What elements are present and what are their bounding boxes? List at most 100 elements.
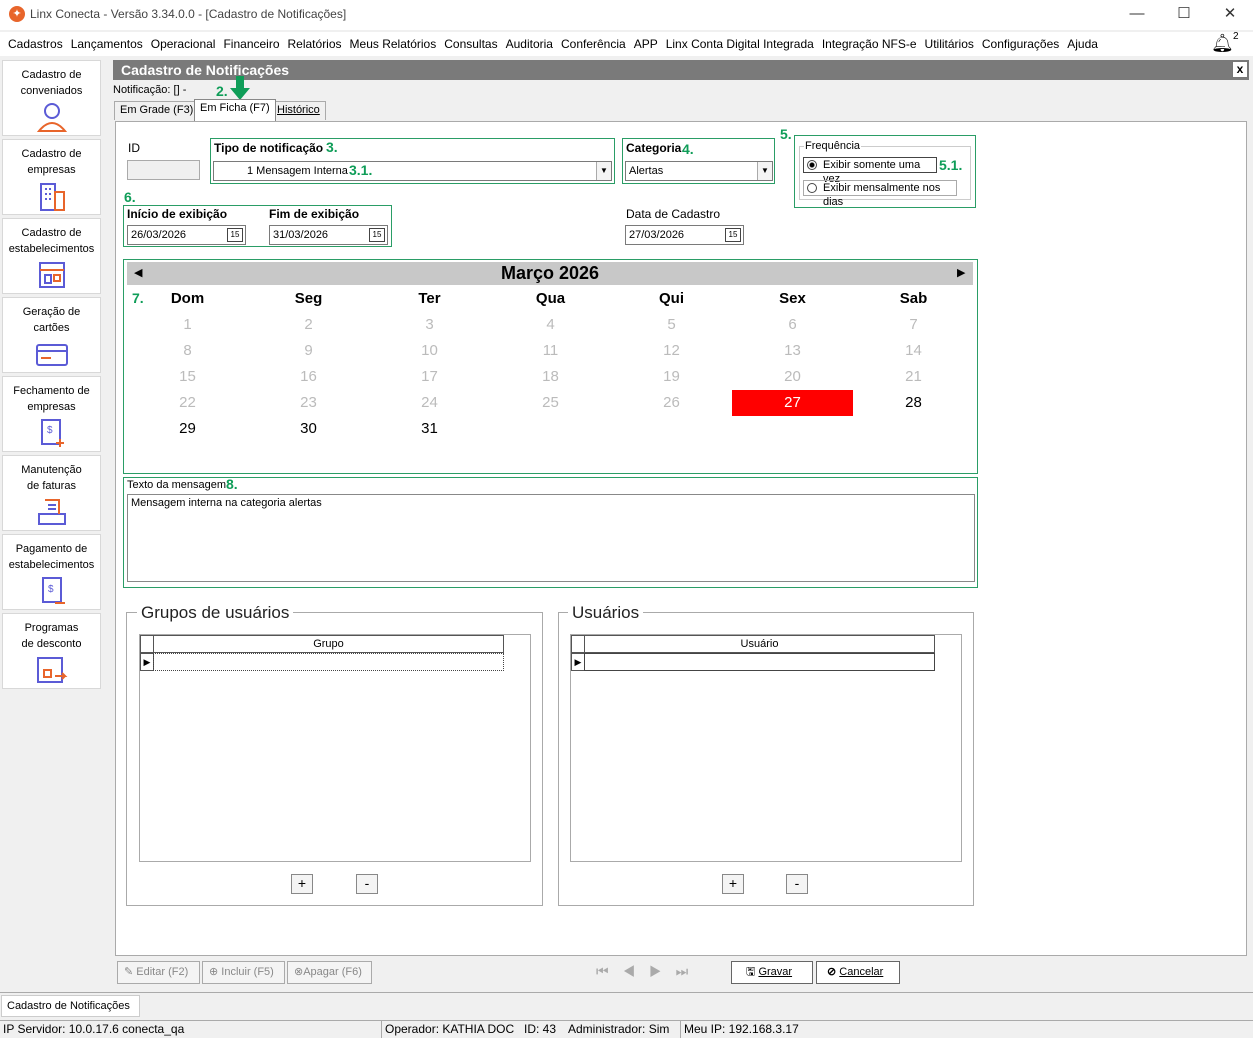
calendar-day[interactable]: 22 xyxy=(127,390,248,416)
maximize-icon[interactable]: ☐ xyxy=(1161,0,1207,30)
calendar-day[interactable]: 2 xyxy=(248,312,369,338)
calendar-day[interactable]: 23 xyxy=(248,390,369,416)
calendar-day[interactable]: 15 xyxy=(127,364,248,390)
menu-financeiro[interactable]: Financeiro xyxy=(219,32,283,56)
incluir-button[interactable]: ⊕ Incluir (F5) xyxy=(202,961,285,984)
calendar-day[interactable]: 7 xyxy=(853,312,974,338)
sidebar-item-cartoes[interactable]: Geração de cartões xyxy=(2,297,101,373)
usuario-row[interactable] xyxy=(584,653,935,671)
menu-auditoria[interactable]: Auditoria xyxy=(502,32,557,56)
close-icon[interactable]: ✕ xyxy=(1207,0,1253,30)
tab-historico[interactable]: Histórico xyxy=(271,101,326,120)
calendar-day[interactable]: 9 xyxy=(248,338,369,364)
menu-ajuda[interactable]: Ajuda xyxy=(1063,32,1102,56)
menu-consultas[interactable]: Consultas xyxy=(440,32,501,56)
calendar-day-selected[interactable]: 27 xyxy=(732,390,853,416)
sidebar-label: Pagamento de xyxy=(15,543,88,555)
calendar-day[interactable]: 3 xyxy=(369,312,490,338)
menu-app[interactable]: APP xyxy=(630,32,662,56)
calendar-day[interactable]: 21 xyxy=(853,364,974,390)
sidebar-item-conveniados[interactable]: Cadastro de conveniados xyxy=(2,60,101,136)
editar-button[interactable]: ✎ Editar (F2) xyxy=(117,961,200,984)
calendar-day[interactable]: 12 xyxy=(611,338,732,364)
calendar-day[interactable]: 17 xyxy=(369,364,490,390)
calendar-day[interactable]: 25 xyxy=(490,390,611,416)
tipo-select[interactable]: 1 Mensagem Interna ▼ xyxy=(213,161,612,181)
calendar-day[interactable]: 11 xyxy=(490,338,611,364)
next-month-icon[interactable]: ▶ xyxy=(957,266,965,279)
calendar-day[interactable]: 5 xyxy=(611,312,732,338)
usuario-column-header[interactable]: Usuário xyxy=(584,635,935,653)
chevron-down-icon[interactable]: ▼ xyxy=(757,162,772,180)
sidebar-item-estabelecimentos[interactable]: Cadastro de estabelecimentos xyxy=(2,218,101,294)
id-field[interactable] xyxy=(127,160,200,180)
menu-cadastros[interactable]: Cadastros xyxy=(4,32,67,56)
menu-configuracoes[interactable]: Configurações xyxy=(978,32,1063,56)
calendar-icon[interactable]: 15 xyxy=(369,228,385,242)
sidebar-item-fechamento[interactable]: Fechamento de empresas $ xyxy=(2,376,101,452)
menu-operacional[interactable]: Operacional xyxy=(147,32,220,56)
next-record-icon[interactable]: ▶ xyxy=(649,963,676,979)
calendar-day[interactable]: 24 xyxy=(369,390,490,416)
calendar-day[interactable]: 29 xyxy=(127,416,248,442)
calendar-day[interactable]: 4 xyxy=(490,312,611,338)
calendar-day[interactable]: 6 xyxy=(732,312,853,338)
texto-textarea[interactable]: Mensagem interna na categoria alertas xyxy=(127,494,975,582)
calendar-icon[interactable]: 15 xyxy=(227,228,243,242)
menu-linx-conta-digital[interactable]: Linx Conta Digital Integrada xyxy=(662,32,818,56)
prev-month-icon[interactable]: ◀ xyxy=(134,266,142,279)
menu-relatorios[interactable]: Relatórios xyxy=(284,32,346,56)
menu-meus-relatorios[interactable]: Meus Relatórios xyxy=(346,32,441,56)
calendar-day[interactable]: 19 xyxy=(611,364,732,390)
remove-grupo-button[interactable]: - xyxy=(356,874,378,894)
calendar-day[interactable]: 1 xyxy=(127,312,248,338)
bell-icon[interactable]: 🔔︎ xyxy=(1211,33,1234,54)
tab-em-ficha[interactable]: Em Ficha (F7) xyxy=(194,99,276,121)
window-tab-notificacoes[interactable]: Cadastro de Notificações xyxy=(1,995,140,1017)
sidebar-item-empresas[interactable]: Cadastro de empresas xyxy=(2,139,101,215)
remove-usuario-button[interactable]: - xyxy=(786,874,808,894)
radio-unchecked[interactable] xyxy=(807,183,817,193)
sidebar-item-pagamento[interactable]: Pagamento de estabelecimentos $ xyxy=(2,534,101,610)
sidebar-item-descontos[interactable]: Programas de desconto xyxy=(2,613,101,689)
calendar-day[interactable]: 18 xyxy=(490,364,611,390)
menu-lancamentos[interactable]: Lançamentos xyxy=(67,32,147,56)
calendar-day[interactable]: 30 xyxy=(248,416,369,442)
grupo-row[interactable] xyxy=(153,653,504,671)
sidebar-item-faturas[interactable]: Manutenção de faturas xyxy=(2,455,101,531)
add-usuario-button[interactable]: + xyxy=(722,874,744,894)
freq-option-mensal[interactable]: Exibir mensalmente nos dias xyxy=(803,180,957,208)
categoria-select[interactable]: Alertas ▼ xyxy=(625,161,773,181)
calendar-day[interactable]: 20 xyxy=(732,364,853,390)
gravar-button[interactable]: 🖫︎ Gravar xyxy=(731,961,813,984)
calendar-day[interactable]: 16 xyxy=(248,364,369,390)
menu-utilitarios[interactable]: Utilitários xyxy=(921,32,978,56)
cancel-icon: ⊘ xyxy=(827,966,837,978)
calendar-day[interactable]: 26 xyxy=(611,390,732,416)
calendar-day[interactable]: 10 xyxy=(369,338,490,364)
minimize-icon[interactable]: — xyxy=(1114,0,1160,30)
chevron-down-icon[interactable]: ▼ xyxy=(596,162,611,180)
fim-date-field[interactable]: 31/03/2026 15 xyxy=(269,225,388,245)
add-grupo-button[interactable]: + xyxy=(291,874,313,894)
menu-integracao-nfse[interactable]: Integração NFS-e xyxy=(818,32,921,56)
calendar-day[interactable]: 8 xyxy=(127,338,248,364)
inicio-date-field[interactable]: 26/03/2026 15 xyxy=(127,225,246,245)
last-record-icon[interactable]: ⏭ xyxy=(676,963,703,979)
freq-option-uma-vez[interactable]: Exibir somente uma vez xyxy=(803,157,937,185)
data-cadastro-field[interactable]: 27/03/2026 15 xyxy=(625,225,744,245)
grupo-column-header[interactable]: Grupo xyxy=(153,635,504,653)
calendar-day[interactable]: 31 xyxy=(369,416,490,442)
apagar-button[interactable]: ⊗Apagar (F6) xyxy=(287,961,372,984)
radio-checked[interactable] xyxy=(807,160,817,170)
cancelar-button[interactable]: ⊘ Cancelar xyxy=(816,961,900,984)
first-record-icon[interactable]: ⏮ xyxy=(596,963,623,979)
calendar-day[interactable]: 14 xyxy=(853,338,974,364)
prev-record-icon[interactable]: ◀ xyxy=(623,963,650,979)
calendar-day[interactable]: 28 xyxy=(853,390,974,416)
menu-conferencia[interactable]: Conferência xyxy=(557,32,630,56)
tab-em-grade[interactable]: Em Grade (F3) xyxy=(114,101,200,120)
calendar-day[interactable]: 13 xyxy=(732,338,853,364)
calendar-icon[interactable]: 15 xyxy=(725,228,741,242)
panel-close-button[interactable]: x xyxy=(1232,61,1248,78)
